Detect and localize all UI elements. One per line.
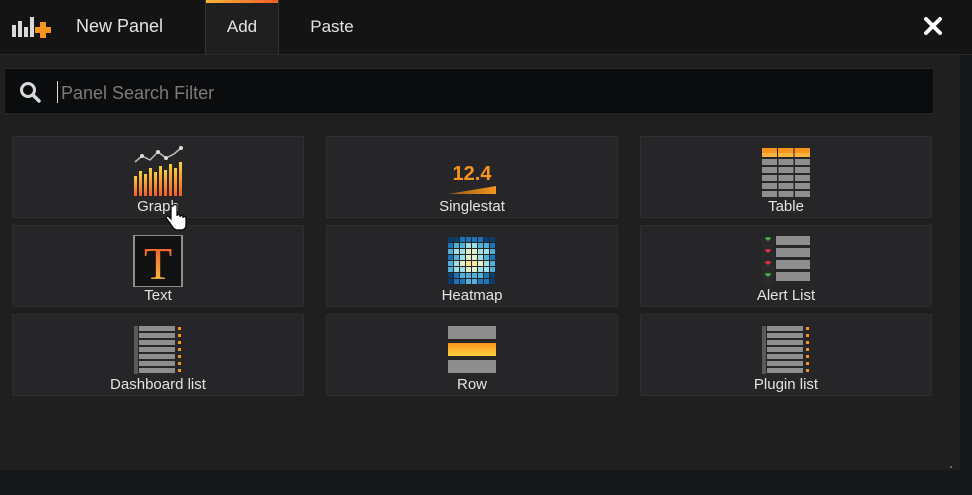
search-icon (20, 82, 41, 103)
text-icon: T (133, 235, 183, 287)
panel-card-row[interactable]: Row (326, 314, 618, 396)
text-cursor (57, 81, 58, 103)
panel-card-plugin-list[interactable]: Plugin list (640, 314, 932, 396)
panel-card-graph[interactable]: Graph (12, 136, 304, 218)
panel-card-label: Plugin list (753, 376, 819, 393)
dashboard-list-icon (134, 326, 181, 374)
panel-card-label: Alert List (756, 287, 816, 304)
plugin-list-icon (762, 326, 809, 374)
row-icon (448, 326, 496, 373)
text-icon-glyph: T (144, 238, 172, 287)
panel-card-label: Graph (137, 198, 179, 215)
add-panel-logo-icon (12, 17, 51, 38)
panel-card-label: Dashboard list (110, 376, 206, 393)
alert-list-icon (762, 236, 810, 285)
hand-pointer-cursor-icon (165, 204, 187, 231)
panel-card-text[interactable]: T Text (12, 225, 304, 307)
panel-search-box (4, 68, 934, 114)
panel-card-label: Heatmap (441, 287, 503, 304)
panel-card-table[interactable]: Table (640, 136, 932, 218)
table-icon (762, 148, 810, 197)
singlestat-icon: 12.4 (448, 163, 496, 194)
panel-card-label: Singlestat (439, 198, 505, 215)
dialog-header: New Panel Add Paste (0, 0, 972, 55)
dialog-title: New Panel (76, 16, 164, 36)
panel-card-alert-list[interactable]: Alert List (640, 225, 932, 307)
panel-card-heatmap[interactable]: Heatmap (326, 225, 618, 307)
tab-add[interactable]: Add (205, 0, 279, 54)
singlestat-icon-text: 12.4 (453, 163, 493, 185)
panel-search-input[interactable] (59, 77, 913, 109)
heatmap-icon (448, 237, 495, 284)
tab-paste[interactable]: Paste (290, 0, 374, 54)
panel-card-dashboard-list[interactable]: Dashboard list (12, 314, 304, 396)
resize-grip-icon[interactable] (944, 460, 954, 470)
panel-card-label: Text (144, 287, 172, 304)
panel-card-label: Row (456, 376, 487, 393)
graph-icon (134, 146, 183, 196)
close-icon[interactable] (918, 11, 948, 41)
panel-card-label: Table (768, 198, 804, 215)
panel-card-singlestat[interactable]: 12.4 Singlestat (326, 136, 618, 218)
